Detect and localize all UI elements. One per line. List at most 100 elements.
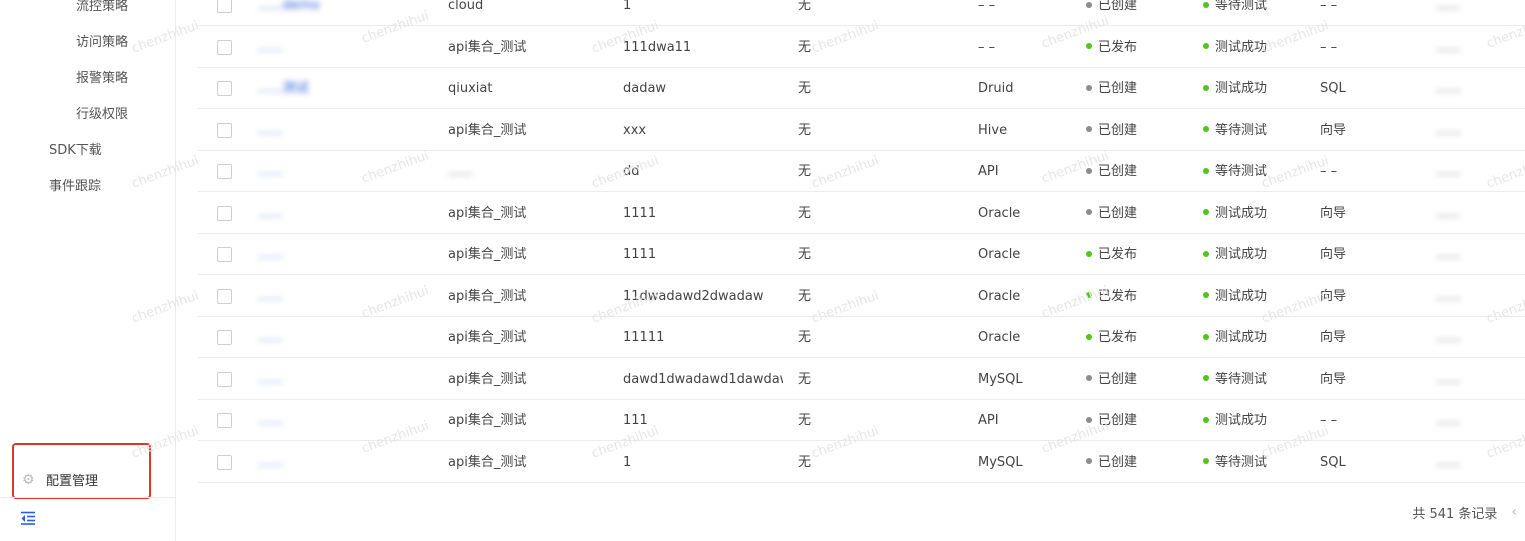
test-status-label: 测试成功 <box>1215 81 1268 96</box>
row-checkbox[interactable] <box>217 454 232 470</box>
cell-source: – – <box>978 0 996 13</box>
cell-name[interactable]: ...... <box>258 276 408 317</box>
cell-auth: 无 <box>798 122 812 138</box>
publish-status-label: 已发布 <box>1098 39 1138 55</box>
cell-source: – – <box>978 39 996 55</box>
cell-mode: – – <box>1320 164 1338 179</box>
table-row[interactable]: ...... api集合_测试 1111 无 Oracle 已发布 测试成功 向导...... <box>198 234 1525 275</box>
cell-name[interactable]: ...... <box>258 317 408 358</box>
test-status-label: 等待测试 <box>1215 122 1268 138</box>
status-dot-icon <box>1086 209 1092 215</box>
cell-publish: 已发布 <box>1086 317 1186 358</box>
cell-group: api集合_测试 <box>448 205 527 221</box>
table-row[interactable]: ...... api集合_测试 1 无 MySQL 已创建 等待测试 SQL...... <box>198 442 1525 483</box>
table-row[interactable]: ......demo cloud 1 无 – – 已创建 等待测试 – –...... <box>198 0 1525 26</box>
cell-name[interactable]: ...... <box>258 193 408 234</box>
cell-test: 等待测试 <box>1203 110 1303 151</box>
status-dot-icon <box>1203 126 1209 132</box>
row-checkbox[interactable] <box>217 39 232 55</box>
cell-publish: 已创建 <box>1086 359 1186 400</box>
status-dot-icon <box>1203 292 1209 298</box>
cell-code: 1 <box>623 0 632 13</box>
cell-name[interactable]: ...... <box>258 400 408 441</box>
table-row[interactable]: ...... api集合_测试 111 无 API 已创建 测试成功 – –...... <box>198 400 1525 441</box>
sidebar-item-config[interactable]: ⚙ 配置管理 <box>22 470 98 490</box>
total-records: 共 541 条记录 <box>1412 506 1498 522</box>
table-row[interactable]: ...... api集合_测试 dawd1dwadawd1dawdaw 无 MySQL 已… <box>198 359 1525 400</box>
cell-group: ...... <box>448 164 473 179</box>
cell-code: dawd1dwadawd1dawdaw <box>623 371 783 387</box>
cell-auth: 无 <box>798 0 812 13</box>
sidebar-item-flow-control[interactable]: 流控策略 <box>76 0 128 14</box>
cell-name[interactable]: ......demo <box>258 0 408 26</box>
cell-group: api集合_测试 <box>448 330 527 345</box>
cell-mode: 向导 <box>1320 205 1347 221</box>
table-row[interactable]: ...... api集合_测试 1111 无 Oracle 已创建 测试成功 向导...... <box>198 193 1525 234</box>
row-checkbox[interactable] <box>217 288 232 304</box>
publish-status-label: 已发布 <box>1098 330 1138 345</box>
cell-group: qiuxiat <box>448 81 493 96</box>
cell-code: 111dwa11 <box>623 39 692 55</box>
cell-test: 测试成功 <box>1203 234 1303 275</box>
publish-status-label: 已创建 <box>1098 122 1138 138</box>
row-checkbox[interactable] <box>217 413 232 428</box>
cell-source: MySQL <box>978 371 1023 387</box>
cell-test: 等待测试 <box>1203 359 1303 400</box>
collapse-menu-icon[interactable] <box>20 511 38 527</box>
cell-name[interactable]: ......测试 <box>258 68 408 109</box>
cell-mode: – – <box>1320 39 1338 55</box>
cell-auth: 无 <box>798 164 812 179</box>
cell-name[interactable]: ...... <box>258 359 408 400</box>
cell-test: 测试成功 <box>1203 317 1303 358</box>
table-row[interactable]: ......测试 qiuxiat dadaw 无 Druid 已创建 测试成功 SQL....… <box>198 68 1525 109</box>
table-row[interactable]: ...... api集合_测试 111dwa11 无 – – 已发布 测试成功 – –....… <box>198 27 1525 68</box>
cell-code: 11dwadawd2dwadaw <box>623 288 764 304</box>
cell-name[interactable]: ...... <box>258 27 408 68</box>
pagination: 共 541 条记录 ‹ <box>1412 500 1525 524</box>
cell-owner: ...... <box>1436 454 1461 470</box>
row-checkbox[interactable] <box>217 0 232 13</box>
cell-code: 11111 <box>623 330 665 345</box>
cell-name[interactable]: ...... <box>258 110 408 151</box>
table-row[interactable]: ............ dd 无 API 已创建 等待测试 – –...... <box>198 151 1525 192</box>
cell-test: 测试成功 <box>1203 276 1303 317</box>
cell-mode: 向导 <box>1320 371 1347 387</box>
cell-name[interactable]: ...... <box>258 234 408 275</box>
sidebar-item-event-tracking[interactable]: 事件跟踪 <box>49 175 101 194</box>
cell-group: api集合_测试 <box>448 122 527 138</box>
row-checkbox[interactable] <box>217 205 232 221</box>
cell-mode: SQL <box>1320 454 1346 470</box>
publish-status-label: 已创建 <box>1098 371 1138 387</box>
row-checkbox[interactable] <box>217 330 232 345</box>
status-dot-icon <box>1203 1 1209 8</box>
cell-owner: ...... <box>1436 122 1461 138</box>
cell-publish: 已创建 <box>1086 0 1186 26</box>
test-status-label: 测试成功 <box>1215 247 1268 262</box>
sidebar-item-row-permission[interactable]: 行级权限 <box>76 103 128 122</box>
row-checkbox[interactable] <box>217 247 232 262</box>
cell-auth: 无 <box>798 288 812 304</box>
sidebar: 流控策略 访问策略 报警策略 行级权限 SDK下载 事件跟踪 ⚙ 配置管理 <box>0 0 176 541</box>
cell-name[interactable]: ...... <box>258 442 408 483</box>
cell-auth: 无 <box>798 330 812 345</box>
sidebar-item-sdk-download[interactable]: SDK下载 <box>49 139 102 158</box>
cell-name[interactable]: ...... <box>258 151 408 192</box>
row-checkbox[interactable] <box>217 122 232 138</box>
table-row[interactable]: ...... api集合_测试 xxx 无 Hive 已创建 等待测试 向导...... <box>198 110 1525 151</box>
row-checkbox[interactable] <box>217 164 232 179</box>
sidebar-item-access-policy[interactable]: 访问策略 <box>76 31 128 50</box>
row-checkbox[interactable] <box>217 371 232 387</box>
status-dot-icon <box>1086 84 1092 91</box>
cell-group: api集合_测试 <box>448 247 527 262</box>
chevron-left-icon[interactable]: ‹ <box>1511 504 1517 520</box>
status-dot-icon <box>1086 292 1092 298</box>
cell-owner: ...... <box>1436 39 1461 55</box>
table-row[interactable]: ...... api集合_测试 11dwadawd2dwadaw 无 Oracle 已发布… <box>198 276 1525 317</box>
table-row[interactable]: ...... api集合_测试 11111 无 Oracle 已发布 测试成功 向导.....… <box>198 317 1525 358</box>
cell-mode: 向导 <box>1320 247 1347 262</box>
sidebar-item-alert-policy[interactable]: 报警策略 <box>76 67 128 86</box>
test-status-label: 测试成功 <box>1215 39 1268 55</box>
cell-source: MySQL <box>978 454 1023 470</box>
row-checkbox[interactable] <box>217 81 232 96</box>
status-dot-icon <box>1086 43 1092 49</box>
